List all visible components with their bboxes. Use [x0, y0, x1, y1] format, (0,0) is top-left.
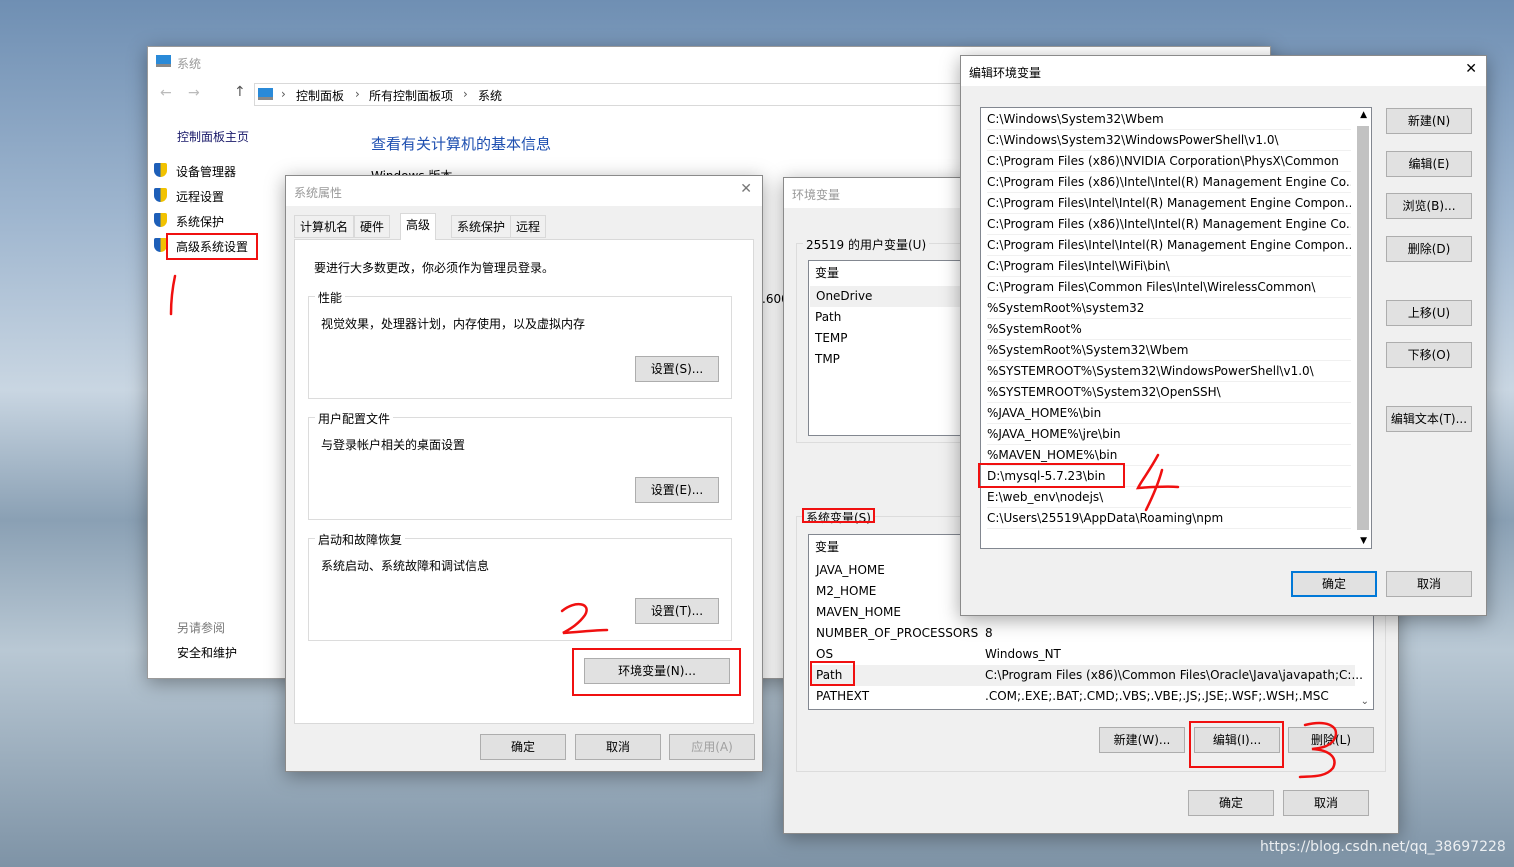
annotation-number-2	[560, 603, 609, 635]
annotation-number-4	[1135, 453, 1180, 512]
annotation-number-1	[169, 274, 177, 316]
watermark: https://blog.csdn.net/qq_38697228	[1260, 839, 1506, 855]
annotation-number-3	[1298, 721, 1338, 779]
annotation-numbers	[169, 274, 1338, 779]
